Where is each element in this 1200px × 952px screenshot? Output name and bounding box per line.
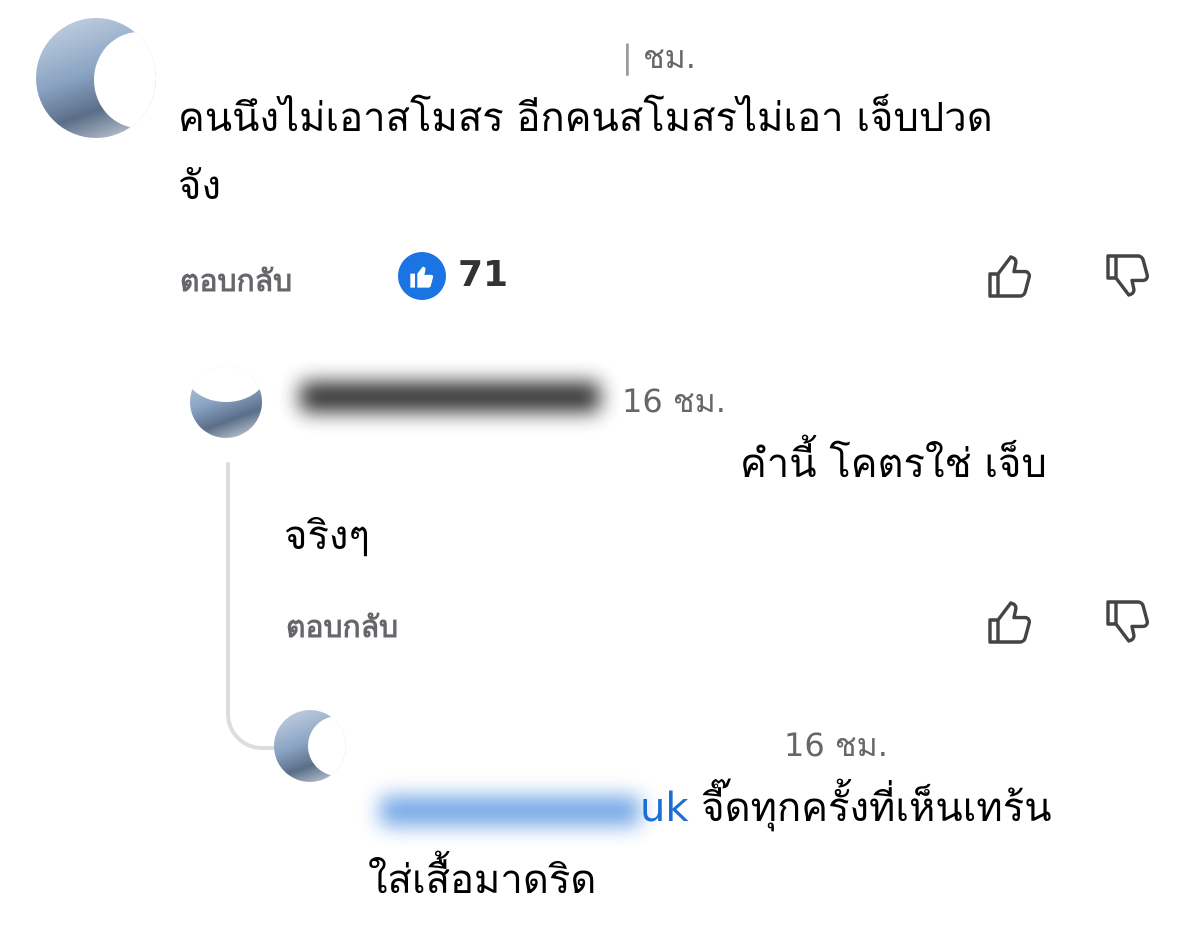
reply-button[interactable]: ตอบกลับ bbox=[180, 258, 292, 305]
comment-text: คนนึงไม่เอาสโมสร อีกคนสโมสรไม่เอา เจ็บปว… bbox=[178, 95, 993, 209]
reaction-count: 71 bbox=[458, 254, 509, 295]
comment-timestamp: | ชม. bbox=[622, 38, 696, 76]
redacted-mention bbox=[380, 796, 640, 826]
comment-text: uk จี๊ดทุกครั้งที่เห็นเทร้น bbox=[640, 785, 1052, 831]
comment-text: คำนี้ โคตรใช่ เจ็บ bbox=[740, 441, 1047, 487]
comment-text-continued: ใส่เสื้อมาดริด bbox=[368, 857, 597, 903]
comment-timestamp: 16 ชม. bbox=[784, 726, 888, 764]
avatar[interactable] bbox=[190, 366, 262, 438]
thumbs-up-icon[interactable] bbox=[986, 598, 1034, 646]
like-reaction-icon[interactable] bbox=[398, 252, 446, 300]
comment-text-continued: จริงๆ bbox=[284, 513, 370, 559]
thread-connector bbox=[226, 462, 230, 712]
avatar[interactable] bbox=[36, 18, 156, 138]
reply-button[interactable]: ตอบกลับ bbox=[286, 604, 398, 651]
thumbs-down-icon[interactable] bbox=[1104, 598, 1152, 646]
avatar[interactable] bbox=[274, 710, 346, 782]
thumbs-up-icon[interactable] bbox=[986, 252, 1034, 300]
thread-connector-curve bbox=[226, 700, 280, 750]
redacted-author-name bbox=[300, 382, 600, 412]
thumbs-down-icon[interactable] bbox=[1104, 252, 1152, 300]
comment-timestamp: 16 ชม. bbox=[622, 382, 726, 420]
mention-link[interactable]: uk bbox=[640, 785, 689, 831]
